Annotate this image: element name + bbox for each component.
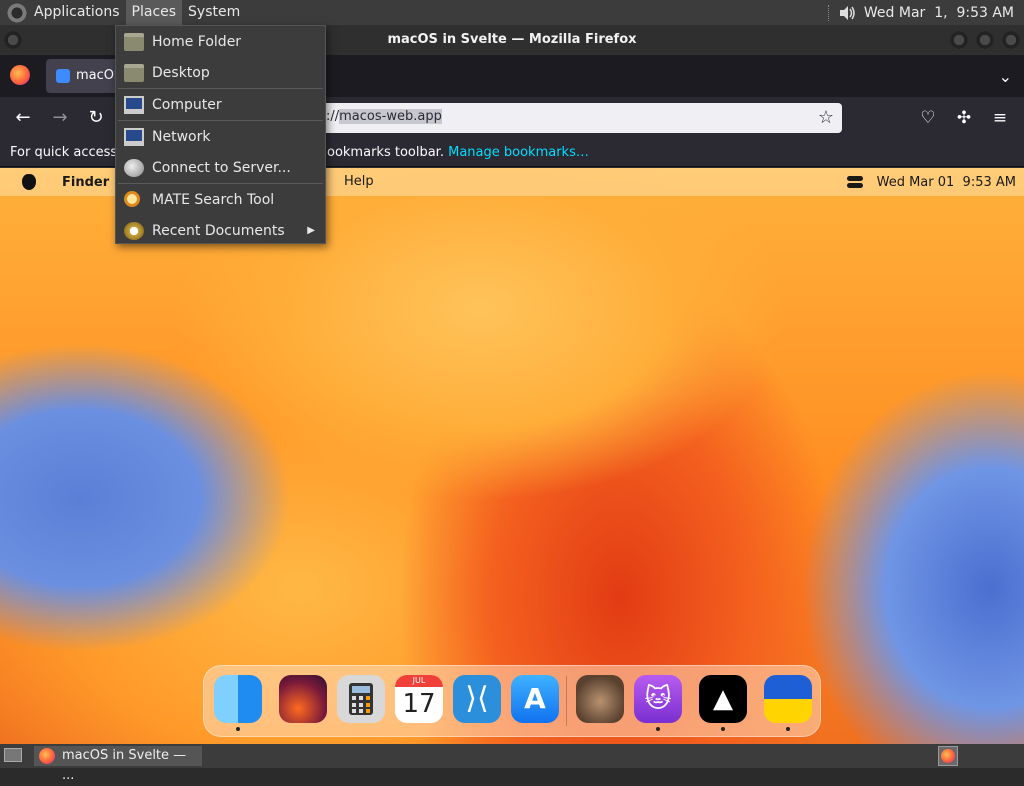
window-menu-icon[interactable] (4, 31, 22, 49)
url-text: ://macos-web.app (326, 109, 442, 124)
workspace-firefox-icon (941, 749, 955, 763)
web-content: Finder Help Wed Mar 01 9:53 AM JUL 17 ⟩⟨… (0, 168, 1024, 744)
macos-dock: JUL 17 ⟩⟨ A 🐱 ▲ (203, 665, 821, 737)
maximize-button[interactable] (976, 31, 994, 49)
recent-documents-icon (124, 222, 144, 240)
menu-separator (118, 88, 323, 89)
control-center-icon[interactable] (846, 175, 863, 189)
calendar-month: JUL (395, 675, 443, 687)
menu-item-desktop[interactable]: Desktop (116, 58, 325, 88)
reload-button[interactable]: ↻ (83, 105, 109, 131)
desktop-folder-icon (124, 64, 144, 82)
tab-favicon-icon (56, 69, 70, 83)
workspace-switcher[interactable] (938, 746, 958, 766)
menu-item-label: Recent Documents (152, 223, 285, 239)
system-menu[interactable]: System (182, 0, 246, 25)
menu-item-computer[interactable]: Computer (116, 90, 325, 120)
firefox-view-icon[interactable] (10, 65, 30, 85)
back-button[interactable]: ← (10, 105, 36, 131)
running-indicator (721, 727, 725, 731)
panel-right-area: Wed Mar 1, 9:53 AM (827, 4, 1024, 22)
panel-separator (827, 4, 830, 21)
menu-item-label: Connect to Server... (152, 160, 291, 176)
places-dropdown-menu: Home Folder Desktop Computer Network Con… (115, 25, 326, 244)
close-button[interactable] (1002, 31, 1020, 49)
browser-tab[interactable]: macOS (46, 59, 126, 93)
help-menu[interactable]: Help (344, 174, 374, 189)
menu-item-label: Desktop (152, 65, 210, 81)
taskbar-item-label: macOS in Svelte — ... (62, 748, 187, 783)
vscode-icon[interactable]: ⟩⟨ (453, 675, 501, 723)
calendar-day: 17 (402, 689, 436, 719)
firefox-icon (39, 748, 55, 764)
places-menu-button[interactable]: Places (125, 0, 183, 25)
calendar-icon[interactable]: JUL 17 (395, 675, 443, 723)
macos-menubar-right: Wed Mar 01 9:53 AM (846, 168, 1016, 196)
url-bar[interactable]: ://macos-web.app ☆ (310, 103, 842, 133)
dock-divider (566, 676, 567, 726)
finder-icon[interactable] (214, 675, 262, 723)
menu-item-connect-to-server[interactable]: Connect to Server... (116, 153, 325, 183)
applications-menu[interactable]: Applications (28, 0, 126, 25)
menu-separator (118, 183, 323, 184)
list-tabs-chevron-icon[interactable]: ⌄ (999, 67, 1012, 86)
url-prefix: :// (326, 109, 340, 124)
apple-icon[interactable] (22, 174, 36, 190)
menu-separator (118, 120, 323, 121)
forward-button[interactable]: → (47, 105, 73, 131)
menu-item-network[interactable]: Network (116, 122, 325, 152)
extensions-icon[interactable]: ✣ (951, 105, 977, 131)
computer-icon (124, 96, 144, 114)
menu-item-recent-documents[interactable]: Recent Documents ▶ (116, 216, 325, 246)
running-indicator (236, 727, 240, 731)
active-app-name[interactable]: Finder (62, 175, 109, 190)
menu-item-label: Computer (152, 97, 222, 113)
search-tool-icon (124, 191, 140, 207)
panel-clock[interactable]: Wed Mar 1, 9:53 AM (864, 5, 1014, 21)
mate-bottom-panel: macOS in Svelte — ... (0, 744, 1024, 783)
show-desktop-icon[interactable] (4, 748, 22, 762)
macos-clock[interactable]: Wed Mar 01 9:53 AM (877, 175, 1016, 190)
bookmark-star-icon[interactable]: ☆ (818, 107, 834, 128)
hamburger-menu-icon[interactable]: ≡ (987, 105, 1013, 131)
cat-photo-icon[interactable] (576, 675, 624, 723)
vercel-icon[interactable]: ▲ (699, 675, 747, 723)
menu-item-mate-search-tool[interactable]: MATE Search Tool (116, 185, 325, 215)
bookmarks-hint-right: ookmarks toolbar. Manage bookmarks… (327, 139, 589, 167)
network-icon (124, 128, 144, 146)
connect-server-icon (124, 159, 144, 177)
ukraine-flag-icon[interactable] (764, 675, 812, 723)
menu-item-label: Network (152, 129, 211, 145)
mate-logo-icon[interactable] (6, 1, 28, 24)
menu-item-label: Home Folder (152, 34, 242, 50)
window-title: macOS in Svelte — Mozilla Firefox (387, 32, 637, 47)
volume-icon[interactable] (838, 4, 856, 22)
running-indicator (656, 727, 660, 731)
pocket-icon[interactable]: ♡ (915, 105, 941, 131)
menu-item-home-folder[interactable]: Home Folder (116, 27, 325, 57)
submenu-arrow-icon: ▶ (307, 225, 315, 236)
github-icon[interactable]: 🐱 (634, 675, 682, 723)
taskbar-firefox-item[interactable]: macOS in Svelte — ... (34, 746, 202, 783)
url-selected-text: macos-web.app (339, 109, 442, 124)
app-store-icon[interactable]: A (511, 675, 559, 723)
manage-bookmarks-link[interactable]: Manage bookmarks… (448, 145, 589, 160)
mate-top-panel: Applications Places System Wed Mar 1, 9:… (0, 0, 1024, 25)
menu-item-label: MATE Search Tool (152, 192, 275, 208)
bookmarks-hint-text: ookmarks toolbar. (327, 145, 444, 160)
minimize-button[interactable] (950, 31, 968, 49)
calculator-icon[interactable] (337, 675, 385, 723)
running-indicator (786, 727, 790, 731)
wallpapers-icon[interactable] (279, 675, 327, 723)
home-folder-icon (124, 33, 144, 51)
